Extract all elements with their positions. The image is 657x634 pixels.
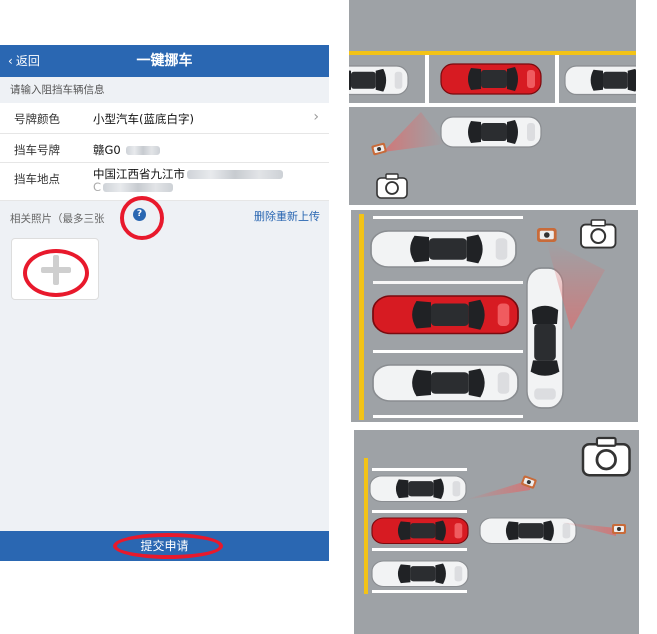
photo-label: 相关照片（最多三张 bbox=[10, 213, 105, 225]
plate-number-label: 挡车号牌 bbox=[14, 143, 60, 157]
location-label: 挡车地点 bbox=[14, 172, 60, 186]
diagram-parallel-parking bbox=[349, 0, 636, 205]
redacted-text bbox=[103, 183, 174, 192]
nav-bar: ‹ 返回 一键挪车 bbox=[0, 45, 329, 77]
back-button[interactable]: ‹ 返回 bbox=[8, 45, 40, 77]
content-blank bbox=[0, 309, 329, 531]
chevron-right-icon: › bbox=[313, 109, 319, 125]
location-value-line2: C bbox=[93, 180, 102, 194]
redacted-text bbox=[126, 146, 161, 155]
plate-color-label: 号牌颜色 bbox=[14, 112, 60, 126]
page-title: 一键挪车 bbox=[136, 53, 193, 69]
location-row: 挡车地点 中国江西省九江市 C bbox=[0, 163, 329, 201]
delete-reupload-link[interactable]: 删除重新上传 bbox=[254, 208, 320, 224]
back-label: 返回 bbox=[15, 54, 40, 68]
form-prompt: 请输入阻挡车辆信息 bbox=[0, 77, 329, 103]
camera-icon bbox=[581, 436, 631, 477]
plate-color-row[interactable]: 号牌颜色 小型汽车(蓝底白字) › bbox=[0, 103, 329, 134]
plate-color-value: 小型汽车(蓝底白字) bbox=[93, 112, 194, 126]
camera-icon bbox=[579, 218, 617, 249]
diagram-angled-parking bbox=[354, 430, 639, 634]
help-icon[interactable]: ? bbox=[133, 208, 146, 221]
camera-icon bbox=[376, 173, 408, 199]
chevron-left-icon: ‹ bbox=[8, 54, 13, 68]
plate-number-row: 挡车号牌 赣G0 bbox=[0, 134, 329, 163]
add-photo-button[interactable] bbox=[11, 238, 99, 300]
plate-number-input[interactable]: 赣G0 bbox=[93, 143, 121, 157]
location-value[interactable]: 中国江西省九江市 bbox=[93, 167, 185, 181]
phone-screen: ‹ 返回 一键挪车 请输入阻挡车辆信息 号牌颜色 小型汽车(蓝底白字) › 挡车号… bbox=[0, 0, 330, 634]
diagram-side-parking bbox=[351, 210, 638, 422]
submit-button[interactable]: 提交申请 bbox=[0, 531, 329, 561]
redacted-text bbox=[187, 170, 283, 179]
